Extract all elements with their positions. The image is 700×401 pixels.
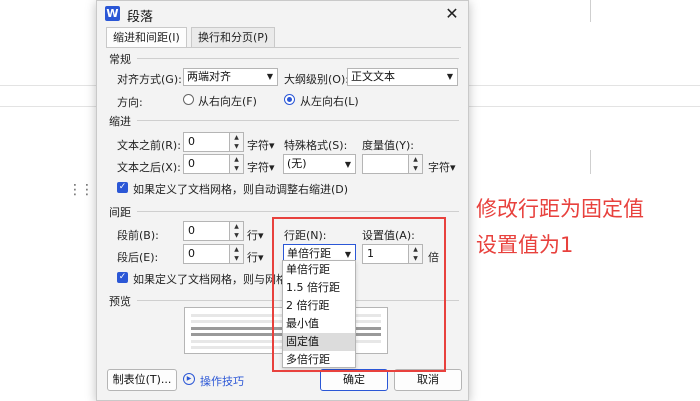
measure-stepper[interactable]: ▲ ▼ bbox=[409, 154, 423, 174]
document-margin-mark bbox=[590, 0, 591, 22]
indent-before-input[interactable]: 0 bbox=[183, 132, 230, 152]
spacing-grid-checkbox[interactable]: ✓ bbox=[117, 272, 128, 283]
drag-handle-icon[interactable]: ⋮⋮ bbox=[68, 183, 94, 202]
tab-divider bbox=[106, 47, 461, 48]
section-indent-heading: 缩进 bbox=[109, 115, 131, 128]
outline-level-select[interactable]: 正文文本 ▼ bbox=[347, 68, 458, 86]
cancel-button[interactable]: 取消 bbox=[394, 369, 462, 391]
dialog-title: 段落 bbox=[127, 10, 154, 25]
annotation-line-1: 修改行距为固定值 bbox=[476, 197, 644, 221]
play-circle-icon[interactable]: ▶ bbox=[183, 373, 195, 385]
ltr-radio[interactable] bbox=[284, 94, 295, 105]
indent-after-input[interactable]: 0 bbox=[183, 154, 230, 174]
rtl-radio[interactable] bbox=[183, 94, 194, 105]
measure-label: 度量值(Y): bbox=[362, 139, 415, 152]
indent-after-unit[interactable]: 字符▾ bbox=[247, 159, 275, 175]
indent-after-stepper[interactable]: ▲ ▼ bbox=[230, 154, 244, 174]
title-bar[interactable]: W 段落 ✕ bbox=[97, 1, 468, 27]
close-icon[interactable]: ✕ bbox=[442, 4, 462, 24]
special-format-select[interactable]: (无) ▼ bbox=[283, 154, 356, 174]
section-general-heading: 常规 bbox=[109, 53, 131, 66]
special-format-value: (无) bbox=[287, 157, 307, 170]
document-margin-mark bbox=[590, 150, 591, 174]
space-after-input[interactable]: 0 bbox=[183, 244, 230, 264]
section-divider bbox=[137, 58, 459, 59]
measure-input[interactable] bbox=[362, 154, 409, 174]
indent-before-stepper[interactable]: ▲ ▼ bbox=[230, 132, 244, 152]
indent-grid-label: 如果定义了文档网格，则自动调整右缩进(D) bbox=[133, 183, 349, 196]
indent-before-unit[interactable]: 字符▾ bbox=[247, 137, 275, 153]
space-after-stepper[interactable]: ▲ ▼ bbox=[230, 244, 244, 264]
indent-before-label: 文本之前(R): bbox=[117, 139, 181, 152]
ok-button[interactable]: 确定 bbox=[320, 369, 388, 391]
section-preview-heading: 预览 bbox=[109, 295, 131, 308]
chevron-down-icon: ▼ bbox=[446, 72, 453, 81]
outline-level-label: 大纲级别(O): bbox=[284, 73, 349, 86]
section-divider bbox=[137, 211, 459, 212]
indent-after-label: 文本之后(X): bbox=[117, 161, 181, 174]
tab-indent-spacing[interactable]: 缩进和间距(I) bbox=[106, 27, 187, 48]
rtl-label: 从右向左(F) bbox=[198, 95, 257, 108]
measure-unit[interactable]: 字符▾ bbox=[428, 159, 456, 175]
indent-grid-checkbox[interactable]: ✓ bbox=[117, 182, 128, 193]
chevron-down-icon: ▼ bbox=[344, 160, 351, 169]
ltr-label: 从左向右(L) bbox=[300, 95, 359, 108]
tips-link[interactable]: 操作技巧 bbox=[200, 373, 244, 389]
spacing-grid-label: 如果定义了文档网格，则与网格 bbox=[133, 273, 287, 286]
space-before-input[interactable]: 0 bbox=[183, 221, 230, 241]
wps-writer-icon: W bbox=[105, 6, 120, 21]
space-before-label: 段前(B): bbox=[117, 229, 159, 242]
alignment-select[interactable]: 两端对齐 ▼ bbox=[183, 68, 278, 86]
special-format-label: 特殊格式(S): bbox=[284, 139, 348, 152]
chevron-down-icon: ▼ bbox=[266, 72, 273, 81]
tabs-button[interactable]: 制表位(T)... bbox=[107, 369, 177, 391]
annotation-highlight-box bbox=[272, 217, 446, 372]
space-before-unit[interactable]: 行▾ bbox=[247, 227, 264, 243]
space-before-stepper[interactable]: ▲ ▼ bbox=[230, 221, 244, 241]
annotation-line-2: 设置值为1 bbox=[476, 233, 574, 257]
space-after-unit[interactable]: 行▾ bbox=[247, 249, 264, 265]
tab-line-page-breaks[interactable]: 换行和分页(P) bbox=[191, 27, 276, 48]
alignment-label: 对齐方式(G): bbox=[117, 73, 182, 86]
outline-level-value: 正文文本 bbox=[351, 70, 395, 83]
alignment-value: 两端对齐 bbox=[187, 70, 231, 83]
section-spacing-heading: 间距 bbox=[109, 206, 131, 219]
direction-label: 方向: bbox=[117, 96, 143, 109]
section-divider bbox=[137, 120, 459, 121]
space-after-label: 段后(E): bbox=[117, 251, 159, 264]
